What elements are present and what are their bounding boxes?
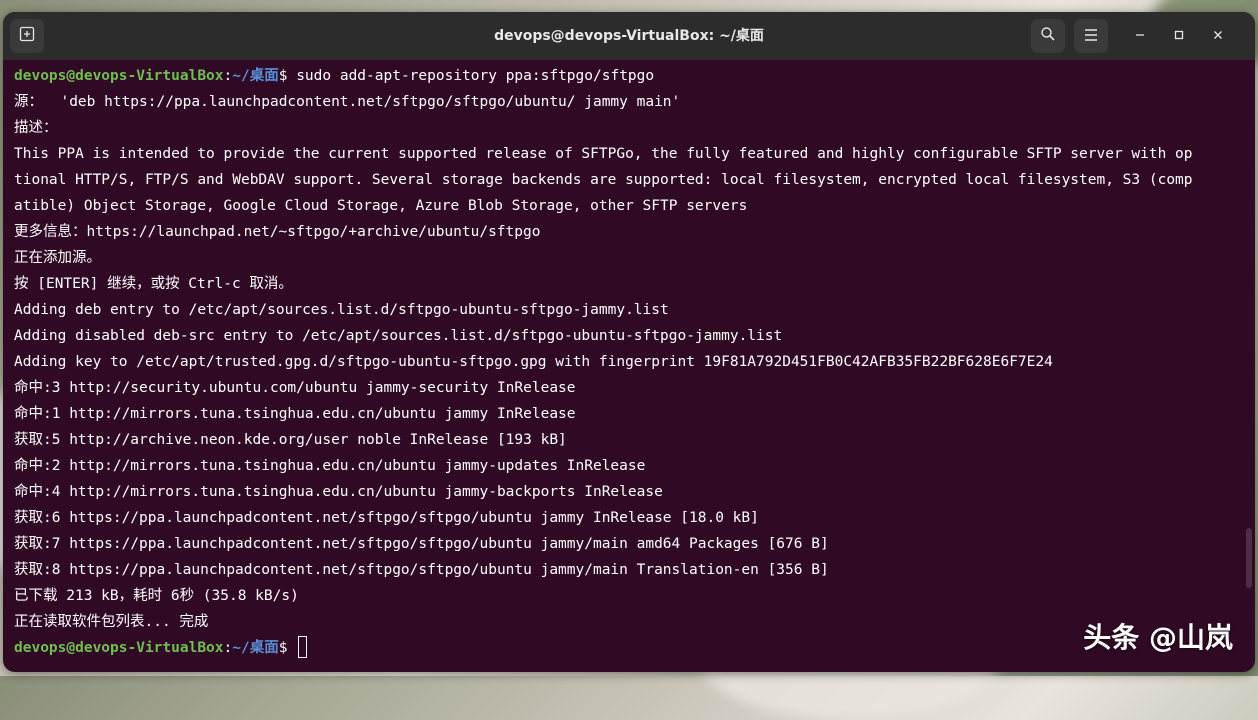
output-line: 命中:2 http://mirrors.tuna.tsinghua.edu.cn… — [14, 458, 646, 474]
maximize-icon — [1174, 29, 1184, 44]
output-line: 按 [ENTER] 继续，或按 Ctrl-c 取消。 — [14, 276, 293, 292]
output-line: 已下载 213 kB，耗时 6秒 (35.8 kB/s) — [14, 588, 299, 604]
output-line: 获取:7 https://ppa.launchpadcontent.net/sf… — [14, 536, 829, 552]
watermark: 头条 @山岚 — [1083, 621, 1233, 654]
output-line: 正在读取软件包列表... 完成 — [14, 614, 209, 630]
output-line: Adding deb entry to /etc/apt/sources.lis… — [14, 302, 669, 318]
scrollbar[interactable] — [1246, 64, 1252, 668]
output-line: atible) Object Storage, Google Cloud Sto… — [14, 198, 748, 214]
command-text: sudo add-apt-repository ppa:sftpgo/sftpg… — [296, 68, 655, 84]
command-line: devops@devops-VirtualBox:~/桌面$ sudo add-… — [14, 63, 1244, 89]
minimize-icon — [1135, 29, 1145, 44]
hamburger-menu-icon — [1084, 27, 1098, 45]
prompt-symbol: $ — [278, 640, 297, 656]
menu-button[interactable] — [1074, 19, 1108, 53]
prompt-line: devops@devops-VirtualBox:~/桌面$ — [14, 635, 1244, 661]
new-tab-icon — [19, 26, 35, 46]
text-cursor[interactable] — [298, 636, 308, 658]
prompt-separator: : — [223, 640, 233, 656]
prompt-separator: : — [223, 68, 233, 84]
output-line: Adding key to /etc/apt/trusted.gpg.d/sft… — [14, 354, 1053, 370]
search-button[interactable] — [1031, 19, 1065, 53]
output-line: This PPA is intended to provide the curr… — [14, 146, 1193, 162]
prompt-path: ~/桌面 — [232, 68, 279, 84]
output-line: 正在添加源。 — [14, 250, 101, 266]
output-line: tional HTTP/S, FTP/S and WebDAV support.… — [14, 172, 1193, 188]
close-icon — [1213, 29, 1223, 44]
title-bar[interactable]: devops@devops-VirtualBox: ~/桌面 — [3, 12, 1255, 60]
terminal-window[interactable]: devops@devops-VirtualBox: ~/桌面 devops@de… — [3, 12, 1255, 672]
terminal-output[interactable]: devops@devops-VirtualBox:~/桌面$ sudo add-… — [3, 60, 1255, 672]
minimize-button[interactable] — [1128, 24, 1152, 48]
search-icon — [1040, 26, 1056, 46]
close-button[interactable] — [1206, 24, 1230, 48]
output-line: 命中:1 http://mirrors.tuna.tsinghua.edu.cn… — [14, 406, 576, 422]
maximize-button[interactable] — [1167, 24, 1191, 48]
output-line: 更多信息：https://launchpad.net/~sftpgo/+arch… — [14, 224, 541, 240]
window-title: devops@devops-VirtualBox: ~/桌面 — [494, 28, 764, 44]
prompt-path: ~/桌面 — [232, 640, 279, 656]
output-line: 命中:3 http://security.ubuntu.com/ubuntu j… — [14, 380, 576, 396]
scrollbar-thumb[interactable] — [1246, 528, 1252, 588]
output-line: 获取:6 https://ppa.launchpadcontent.net/sf… — [14, 510, 759, 526]
output-line: 源： 'deb https://ppa.launchpadcontent.net… — [14, 94, 681, 110]
prompt-user-host: devops@devops-VirtualBox — [14, 68, 224, 84]
new-tab-button[interactable] — [10, 19, 44, 53]
output-line: 描述： — [14, 120, 58, 136]
output-line: 获取:8 https://ppa.launchpadcontent.net/sf… — [14, 562, 829, 578]
output-line: 获取:5 http://archive.neon.kde.org/user no… — [14, 432, 567, 448]
prompt-user-host: devops@devops-VirtualBox — [14, 640, 224, 656]
output-line: 命中:4 http://mirrors.tuna.tsinghua.edu.cn… — [14, 484, 663, 500]
output-line: Adding disabled deb-src entry to /etc/ap… — [14, 328, 783, 344]
prompt-symbol: $ — [278, 68, 297, 84]
